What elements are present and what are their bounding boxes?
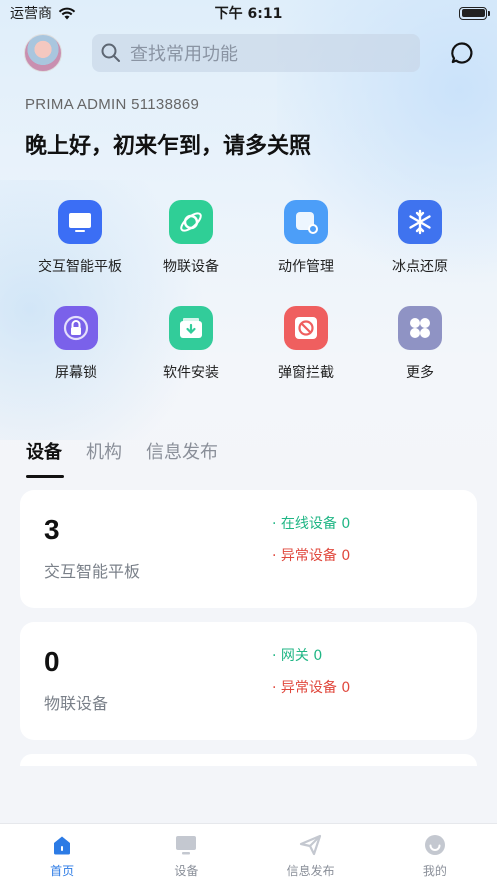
grid-item-freeze[interactable]: 冰点还原 (358, 200, 482, 276)
screen-lock-icon (54, 306, 98, 350)
abnormal-count: · 异常设备 0 (272, 680, 351, 696)
abnormal-count: · 异常设备 0 (272, 548, 351, 564)
software-install-icon (169, 306, 213, 350)
popup-block-icon (284, 306, 328, 350)
avatar[interactable] (24, 34, 62, 72)
grid-label: 交互智能平板 (38, 259, 122, 275)
tabbar-devices[interactable]: 设备 (124, 824, 248, 883)
iot-icon (169, 200, 213, 244)
tabbar-label: 我的 (422, 864, 447, 878)
device-count: 3 (44, 514, 60, 545)
status-bar: 运营商 下午 6:11 (0, 0, 497, 26)
search-input[interactable]: 查找常用功能 (92, 34, 420, 72)
grid-label: 软件安装 (163, 365, 219, 381)
tab-devices[interactable]: 设备 (26, 438, 64, 478)
user-id: PRIMA ADMIN 51138869 (25, 96, 200, 113)
search-placeholder: 查找常用功能 (130, 44, 238, 65)
device-type-name: 交互智能平板 (44, 562, 141, 581)
gateway-count: · 网关 0 (272, 648, 323, 664)
tabbar-label: 设备 (174, 864, 199, 878)
carrier-label: 运营商 (10, 6, 52, 22)
grid-item-software[interactable]: 软件安装 (129, 306, 253, 382)
grid-item-popup-block[interactable]: 弹窗拦截 (244, 306, 368, 382)
grid-label: 冰点还原 (392, 259, 448, 275)
grid-item-more[interactable]: 更多 (358, 306, 482, 382)
chat-icon[interactable] (450, 41, 474, 65)
tablet-icon (58, 200, 102, 244)
tabbar-publish[interactable]: 信息发布 (249, 824, 373, 883)
user-icon (424, 835, 445, 855)
grid-item-tablet[interactable]: 交互智能平板 (18, 200, 142, 276)
device-count: 0 (44, 646, 60, 677)
wifi-icon (58, 7, 76, 19)
tabbar-label: 首页 (50, 864, 75, 878)
device-card-tablet[interactable]: 3 交互智能平板 · 在线设备 0 · 异常设备 0 (20, 490, 477, 608)
device-card-partial (20, 754, 477, 766)
bottom-tab-bar: 首页 设备 信息发布 我的 (0, 823, 497, 883)
tab-publish[interactable]: 信息发布 (146, 438, 218, 478)
online-count: · 在线设备 0 (272, 516, 351, 532)
monitor-icon (176, 836, 197, 855)
grid-item-screen-lock[interactable]: 屏幕锁 (14, 306, 138, 382)
action-settings-icon (284, 200, 328, 244)
tab-bar: 设备 机构 信息发布 (26, 438, 218, 478)
grid-label: 动作管理 (278, 259, 334, 275)
device-type-name: 物联设备 (44, 694, 109, 713)
device-card-iot[interactable]: 0 物联设备 · 网关 0 · 异常设备 0 (20, 622, 477, 740)
grid-label: 屏幕锁 (55, 365, 97, 381)
tabbar-label: 信息发布 (286, 864, 335, 878)
send-icon (299, 834, 321, 856)
tabbar-home[interactable]: 首页 (0, 824, 124, 883)
greeting: 晚上好，初来乍到，请多关照 (25, 134, 312, 159)
grid-label: 弹窗拦截 (278, 365, 334, 381)
search-icon (101, 43, 120, 62)
grid-label: 物联设备 (163, 259, 219, 275)
tabbar-profile[interactable]: 我的 (373, 824, 497, 883)
battery-icon (459, 6, 490, 20)
grid-item-action[interactable]: 动作管理 (244, 200, 368, 276)
snowflake-icon (398, 200, 442, 244)
grid-label: 更多 (406, 365, 434, 381)
more-grid-icon (398, 306, 442, 350)
header: 查找常用功能 (0, 30, 497, 76)
home-icon (54, 836, 71, 855)
grid-item-iot[interactable]: 物联设备 (129, 200, 253, 276)
tab-organization[interactable]: 机构 (86, 438, 122, 478)
